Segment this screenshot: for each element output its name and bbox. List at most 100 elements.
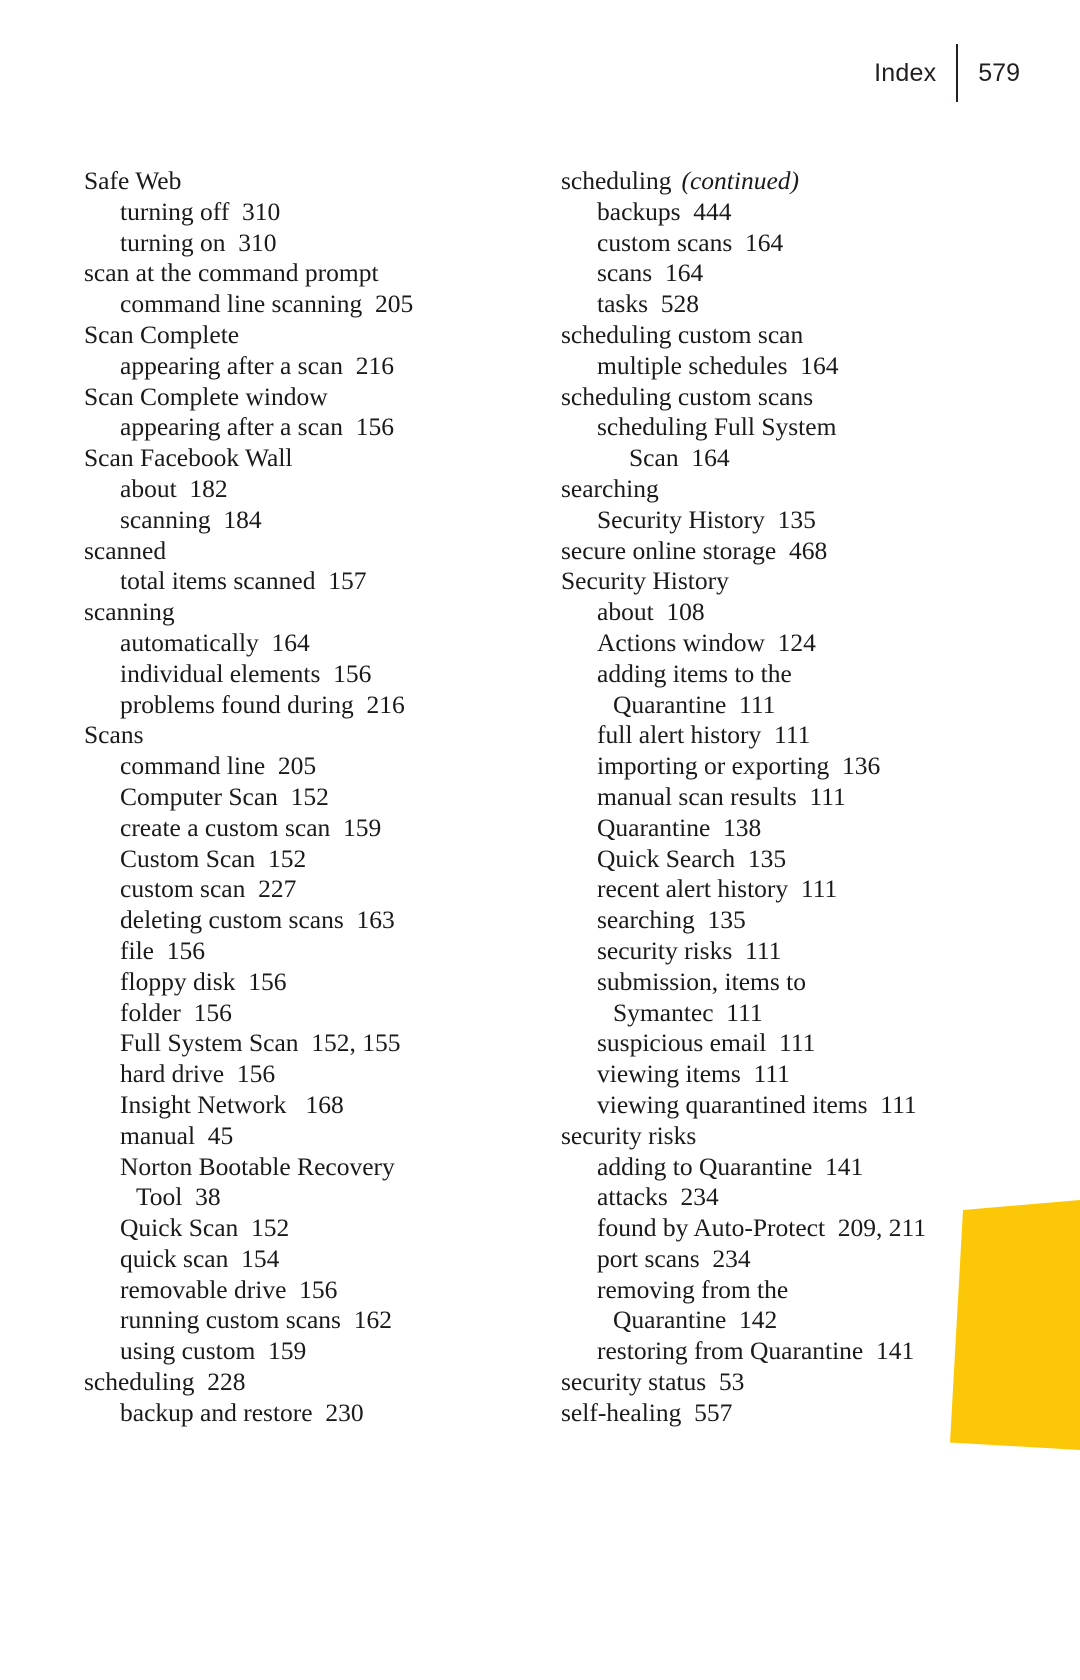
index-entry-sub: Insight Network 168 — [84, 1090, 519, 1121]
index-entry-text: scheduling custom scan — [561, 319, 804, 349]
continued-note: (continued) — [681, 166, 800, 195]
index-entry-text: turning on 310 — [120, 227, 277, 257]
index-entry-sub: searching 135 — [561, 905, 996, 936]
index-entry-sub: folder 156 — [84, 998, 519, 1029]
left-column: Safe Web turning off 310 turning on 310 sca… — [84, 166, 519, 1429]
index-entry-text: attacks 234 — [597, 1182, 719, 1212]
index-entry-text: suspicious email 111 — [597, 1028, 816, 1058]
index-entry-text: viewing items 111 — [597, 1059, 790, 1089]
index-entry-sub: Quarantine 111 — [561, 690, 996, 721]
index-entry-sub: create a custom scan 159 — [84, 813, 519, 844]
index-entry-sub: Security History 135 — [561, 505, 996, 536]
index-entry-main: scanned — [84, 536, 519, 567]
index-entry-text: scheduling — [561, 166, 672, 195]
index-entry-text: about 182 — [120, 473, 228, 503]
index-entry-sub: appearing after a scan 156 — [84, 412, 519, 443]
index-entry-text: folder 156 — [120, 997, 232, 1027]
index-entry-text: secure online storage 468 — [561, 535, 828, 565]
index-entry-sub: Quick Search 135 — [561, 844, 996, 875]
index-entry-sub: running custom scans 162 — [84, 1305, 519, 1336]
page-number: 579 — [978, 58, 1020, 87]
index-entry-sub: Quarantine 138 — [561, 813, 996, 844]
index-entry-main: Scan Facebook Wall — [84, 443, 519, 474]
index-entry-sub: viewing quarantined items 111 — [561, 1090, 996, 1121]
right-column: scheduling (continued) backups 444 custom s… — [561, 166, 996, 1429]
index-entry-sub: using custom 159 — [84, 1336, 519, 1367]
index-entry-main: security status 53 — [561, 1367, 996, 1398]
index-entry-sub: problems found during 216 — [84, 690, 519, 721]
index-entry-text: command line scanning 205 — [120, 289, 414, 319]
index-entry-text: Norton Bootable Recovery — [120, 1151, 395, 1181]
index-entry-sub: Norton Bootable Recovery — [84, 1152, 519, 1183]
index-entry-text: restoring from Quarantine 141 — [597, 1336, 915, 1366]
index-entry-main: scheduling (continued) — [561, 166, 996, 197]
index-entry-text: backup and restore 230 — [120, 1397, 364, 1427]
index-entry-text: running custom scans 162 — [120, 1305, 392, 1335]
index-entry-text: scanned — [84, 535, 167, 565]
index-entry-main: secure online storage 468 — [561, 536, 996, 567]
index-entry-sub: suspicious email 111 — [561, 1028, 996, 1059]
index-entry-text: file 156 — [120, 935, 205, 965]
index-entry-sub: quick scan 154 — [84, 1244, 519, 1275]
index-entry-sub: floppy disk 156 — [84, 967, 519, 998]
index-entry-text: automatically 164 — [120, 627, 310, 657]
index-entry-text: quick scan 154 — [120, 1243, 280, 1273]
index-entry-text: Scan 164 — [629, 443, 730, 473]
index-entry-main: scheduling custom scan — [561, 320, 996, 351]
index-entry-sub: about 108 — [561, 597, 996, 628]
index-entry-text: custom scan 227 — [120, 874, 297, 904]
index-entry-text: Tool 38 — [136, 1182, 221, 1212]
index-entry-text: adding items to the — [597, 658, 792, 688]
index-entry-text: Insight Network 168 — [120, 1089, 344, 1119]
index-entry-text: floppy disk 156 — [120, 966, 287, 996]
index-entry-sub: turning off 310 — [84, 197, 519, 228]
index-entry-sub: appearing after a scan 216 — [84, 351, 519, 382]
index-entry-sub: security risks 111 — [561, 936, 996, 967]
index-entry-sub: Quick Scan 152 — [84, 1213, 519, 1244]
index-entry-sub: Computer Scan 152 — [84, 782, 519, 813]
index-entry-text: security risks 111 — [597, 935, 782, 965]
index-entry-sub: attacks 234 — [561, 1182, 996, 1213]
index-entry-text: importing or exporting 136 — [597, 751, 881, 781]
index-entry-text: command line 205 — [120, 751, 317, 781]
index-entry-sub: restoring from Quarantine 141 — [561, 1336, 996, 1367]
index-entry-text: removing from the — [597, 1274, 789, 1304]
index-entry-sub: backup and restore 230 — [84, 1398, 519, 1429]
index-entry-text: scheduling 228 — [84, 1367, 246, 1397]
index-entry-text: Scan Complete window — [84, 381, 328, 411]
index-entry-sub: removing from the — [561, 1275, 996, 1306]
index-entry-sub: manual scan results 111 — [561, 782, 996, 813]
index-entry-text: searching 135 — [597, 905, 746, 935]
index-entry-text: found by Auto-Protect 209, 211 — [597, 1213, 927, 1243]
index-entry-sub: deleting custom scans 163 — [84, 905, 519, 936]
index-entry-sub: hard drive 156 — [84, 1059, 519, 1090]
index-entry-text: custom scans 164 — [597, 227, 784, 257]
index-entry-main: security risks — [561, 1121, 996, 1152]
index-entry-main: scheduling 228 — [84, 1367, 519, 1398]
index-entry-text: scan at the command prompt — [84, 258, 379, 288]
index-entry-sub: port scans 234 — [561, 1244, 996, 1275]
index-entry-main: self-healing 557 — [561, 1398, 996, 1429]
index-entry-sub: viewing items 111 — [561, 1059, 996, 1090]
index-entry-text: Actions window 124 — [597, 627, 816, 657]
index-entry-text: Safe Web — [84, 166, 182, 195]
index-entry-sub: importing or exporting 136 — [561, 751, 996, 782]
index-entry-sub: scans 164 — [561, 258, 996, 289]
index-entry-text: Quarantine 111 — [613, 689, 776, 719]
index-entry-text: multiple schedules 164 — [597, 350, 839, 380]
index-entry-text: Scan Complete — [84, 319, 240, 349]
index-entry-text: Symantec 111 — [613, 997, 763, 1027]
index-entry-text: Quarantine 142 — [613, 1305, 778, 1335]
index-entry-text: scans 164 — [597, 258, 704, 288]
index-entry-sub: automatically 164 — [84, 628, 519, 659]
index-entry-text: manual scan results 111 — [597, 781, 846, 811]
index-entry-text: Quick Search 135 — [597, 843, 787, 873]
index-entry-sub: total items scanned 157 — [84, 566, 519, 597]
index-entry-sub: multiple schedules 164 — [561, 351, 996, 382]
running-head: Index 579 — [874, 44, 1020, 102]
index-entry-sub: manual 45 — [84, 1121, 519, 1152]
index-entry-text: problems found during 216 — [120, 689, 405, 719]
index-entry-sub: recent alert history 111 — [561, 874, 996, 905]
index-entry-sub: scheduling Full System — [561, 412, 996, 443]
index-entry-text: Quick Scan 152 — [120, 1213, 290, 1243]
